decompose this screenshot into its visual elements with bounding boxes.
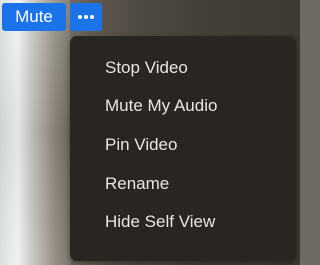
ellipsis-icon <box>78 15 94 19</box>
menu-item-pin-video[interactable]: Pin Video <box>105 132 177 158</box>
menu-item-stop-video[interactable]: Stop Video <box>105 55 188 81</box>
participant-options-menu: Stop Video Mute My Audio Pin Video Renam… <box>70 36 296 261</box>
mute-button[interactable]: Mute <box>2 3 66 31</box>
more-options-button[interactable] <box>70 3 102 31</box>
menu-item-hide-self-view[interactable]: Hide Self View <box>105 209 215 235</box>
menu-item-mute-my-audio[interactable]: Mute My Audio <box>105 93 217 119</box>
menu-item-rename[interactable]: Rename <box>105 171 169 197</box>
